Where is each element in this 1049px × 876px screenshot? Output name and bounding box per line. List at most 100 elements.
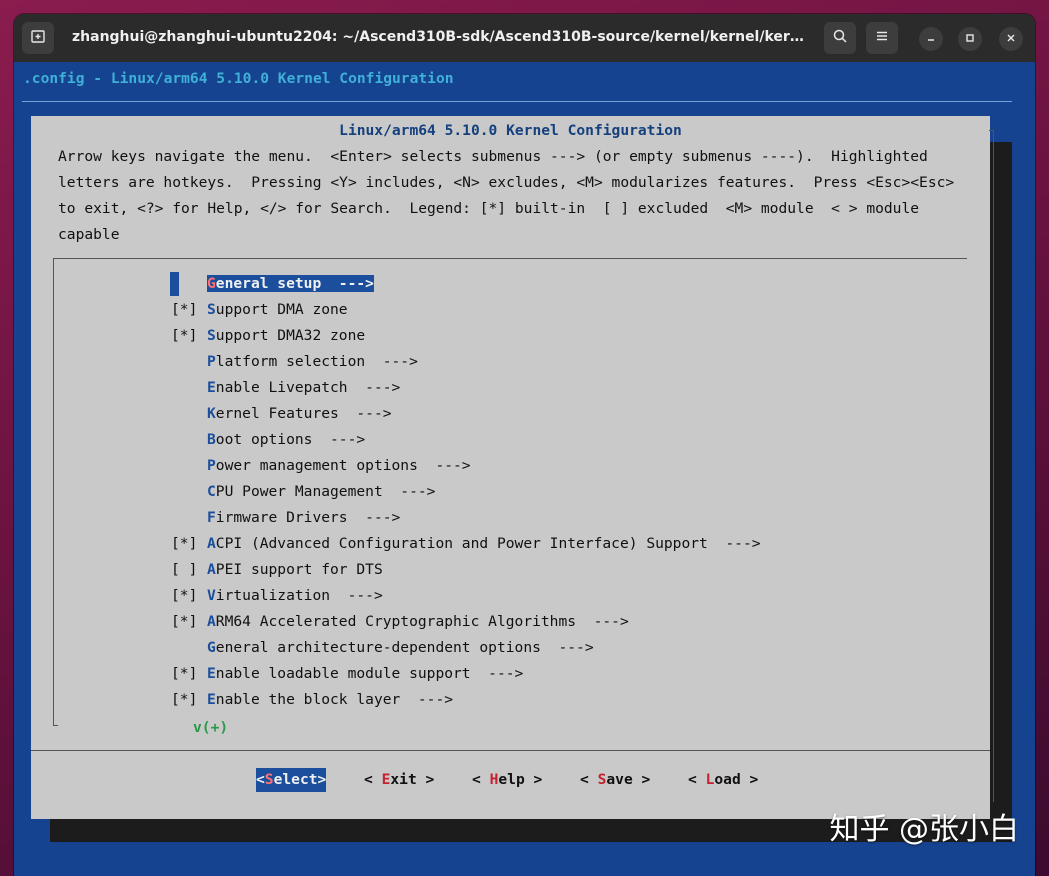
button-label: xit > — [390, 771, 435, 788]
menu-item-loadable-module-support[interactable]: [*] Enable loadable module support ---> — [171, 661, 523, 687]
item-hotkey: S — [207, 327, 216, 344]
button-bracket: < — [256, 771, 265, 788]
item-hotkey: A — [207, 613, 216, 630]
item-hotkey: F — [207, 509, 216, 526]
item-mark: [*] — [171, 613, 198, 630]
item-label: irtualization ---> — [215, 587, 383, 604]
menu-item-acpi[interactable]: [*] ACPI (Advanced Configuration and Powe… — [171, 531, 761, 557]
hamburger-icon — [874, 28, 890, 48]
item-mark: [ ] — [171, 561, 198, 578]
menu-item-support-dma-zone[interactable]: [*] Support DMA zone — [171, 297, 348, 323]
item-hotkey: A — [207, 561, 216, 578]
item-hotkey: V — [207, 587, 216, 604]
dialog-border-right — [993, 130, 994, 802]
help-text-line: letters are hotkeys. Pressing <Y> includ… — [58, 174, 955, 191]
item-label: upport DMA32 zone — [215, 327, 366, 344]
button-row-divider — [31, 750, 990, 751]
menu-item-apei-support[interactable]: [ ] APEI support for DTS — [171, 557, 383, 583]
help-button[interactable]: < Help > — [472, 768, 542, 792]
item-label: ower management options ---> — [215, 457, 471, 474]
item-hotkey: A — [207, 535, 216, 552]
item-mark: [*] — [171, 535, 198, 552]
button-label: elp > — [498, 771, 543, 788]
search-button[interactable] — [824, 22, 856, 54]
item-hotkey: C — [207, 483, 216, 500]
maximize-button[interactable] — [958, 27, 982, 51]
menu-item-cpu-power-management[interactable]: CPU Power Management ---> — [171, 479, 435, 505]
item-label: RM64 Accelerated Cryptographic Algorithm… — [215, 613, 629, 630]
menu-item-support-dma32-zone[interactable]: [*] Support DMA32 zone — [171, 323, 365, 349]
item-label: CPI (Advanced Configuration and Power In… — [215, 535, 761, 552]
button-bracket: < — [580, 771, 598, 788]
item-label: ernel Features ---> — [215, 405, 392, 422]
menu-item-platform-selection[interactable]: Platform selection ---> — [171, 349, 418, 375]
maximize-icon — [965, 32, 975, 46]
menu-item-virtualization[interactable]: [*] Virtualization ---> — [171, 583, 383, 609]
menu-button[interactable] — [866, 22, 898, 54]
menu-box-border-corner — [53, 725, 58, 726]
menu-item-boot-options[interactable]: Boot options ---> — [171, 427, 365, 453]
button-bracket: < — [472, 771, 490, 788]
button-label: ave > — [606, 771, 651, 788]
item-label: oot options ---> — [215, 431, 366, 448]
title-bar: zhanghui@zhanghui-ubuntu2204: ~/Ascend31… — [14, 14, 1035, 62]
item-hotkey: K — [207, 405, 216, 422]
load-button[interactable]: < Load > — [688, 768, 758, 792]
new-tab-icon — [30, 28, 46, 48]
menu-item-kernel-features[interactable]: Kernel Features ---> — [171, 401, 392, 427]
item-mark: [*] — [171, 327, 198, 344]
menuconfig-dialog: Linux/arm64 5.10.0 Kernel Configuration … — [31, 116, 994, 819]
header-divider — [22, 101, 1012, 102]
item-mark: [*] — [171, 301, 198, 318]
new-tab-button[interactable] — [22, 22, 54, 54]
menu-box-border-top — [53, 258, 967, 259]
minimize-button[interactable] — [919, 27, 943, 51]
config-header: .config - Linux/arm64 5.10.0 Kernel Conf… — [23, 70, 454, 87]
menu-item-general-arch-options[interactable]: General architecture-dependent options -… — [171, 635, 594, 661]
item-hotkey: P — [207, 353, 216, 370]
dialog-title: Linux/arm64 5.10.0 Kernel Configuration — [339, 122, 682, 139]
menu-item-arm64-crypto[interactable]: [*] ARM64 Accelerated Cryptographic Algor… — [171, 609, 629, 635]
exit-button[interactable]: < Exit > — [364, 768, 434, 792]
menu-item-general-setup[interactable]: General setup ---> — [171, 271, 374, 297]
menu-item-firmware-drivers[interactable]: Firmware Drivers ---> — [171, 505, 400, 531]
item-label: latform selection ---> — [215, 353, 418, 370]
more-items-indicator: v(+) — [193, 719, 229, 736]
help-text-line: to exit, <?> for Help, </> for Search. L… — [58, 200, 920, 217]
button-bracket: < — [364, 771, 382, 788]
item-label: irmware Drivers ---> — [215, 509, 401, 526]
select-button[interactable]: <Select> — [256, 768, 327, 792]
item-hotkey: S — [207, 301, 216, 318]
minimize-icon — [926, 32, 936, 46]
window-title: zhanghui@zhanghui-ubuntu2204: ~/Ascend31… — [72, 29, 812, 45]
item-label: eneral setup ---> — [215, 275, 374, 292]
button-label: elect> — [273, 771, 327, 788]
item-label: eneral architecture-dependent options --… — [215, 639, 594, 656]
save-button[interactable]: < Save > — [580, 768, 650, 792]
item-label: nable loadable module support ---> — [215, 665, 524, 682]
item-label: upport DMA zone — [215, 301, 348, 318]
item-hotkey: G — [207, 275, 216, 292]
item-label: nable Livepatch ---> — [215, 379, 401, 396]
item-hotkey: P — [207, 457, 216, 474]
button-hotkey: S — [264, 771, 274, 788]
menu-item-power-management[interactable]: Power management options ---> — [171, 453, 471, 479]
menu-item-block-layer[interactable]: [*] Enable the block layer ---> — [171, 687, 453, 713]
button-bracket: < — [688, 771, 706, 788]
help-text-line: Arrow keys navigate the menu. <Enter> se… — [58, 148, 928, 165]
item-label: PEI support for DTS — [215, 561, 383, 578]
item-hotkey: G — [207, 639, 216, 656]
selected-item-label: General setup ---> — [207, 275, 374, 292]
item-label: nable the block layer ---> — [215, 691, 454, 708]
item-hotkey: B — [207, 431, 216, 448]
button-label: oad > — [714, 771, 759, 788]
item-hotkey: E — [207, 379, 216, 396]
menu-box-border-left — [53, 258, 54, 726]
menu-item-enable-livepatch[interactable]: Enable Livepatch ---> — [171, 375, 400, 401]
item-label: PU Power Management ---> — [215, 483, 436, 500]
terminal-area[interactable]: .config - Linux/arm64 5.10.0 Kernel Conf… — [14, 62, 1035, 876]
item-mark: [*] — [171, 665, 198, 682]
search-icon — [832, 28, 848, 48]
close-button[interactable] — [999, 27, 1023, 51]
watermark: 知乎 @张小白 — [829, 812, 1019, 847]
